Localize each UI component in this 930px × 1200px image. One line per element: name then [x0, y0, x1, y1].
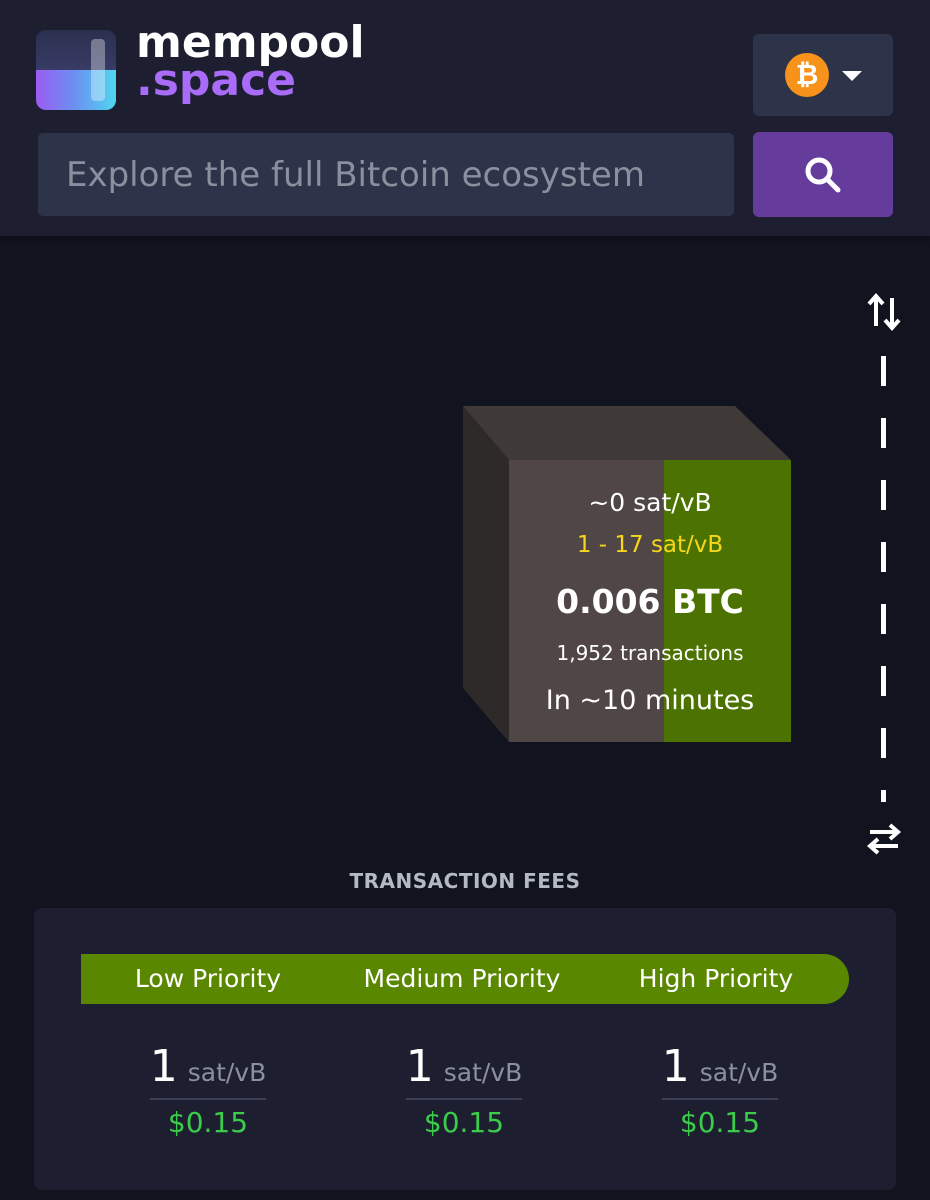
mempool-logo-icon[interactable] — [36, 30, 116, 110]
logo-wordmark[interactable]: mempool .space — [136, 21, 365, 103]
fee-rate-unit: sat/vB — [443, 1058, 523, 1087]
blockchain-divider — [881, 356, 886, 802]
transaction-fees-title: TRANSACTION FEES — [349, 869, 581, 893]
fee-usd-value: $0.15 — [679, 1106, 761, 1139]
median-fee: ~0 sat/vB — [588, 488, 712, 517]
arrows-left-right-icon[interactable] — [866, 822, 902, 856]
search-icon — [805, 157, 841, 193]
search-input[interactable] — [38, 133, 734, 216]
fee-rate-value: 1 — [149, 1041, 178, 1092]
fee-rate-value: 1 — [405, 1041, 434, 1092]
high-priority-label: High Priority — [638, 964, 794, 993]
high-priority-fee: 1 sat/vB $0.15 — [610, 1036, 830, 1139]
network-selector-button[interactable]: ₿ — [753, 34, 893, 116]
medium-priority-fee: 1 sat/vB $0.15 — [354, 1036, 574, 1139]
transaction-count: 1,952 transactions — [556, 641, 744, 665]
fee-usd-value: $0.15 — [167, 1106, 249, 1139]
fee-usd-value: $0.15 — [423, 1106, 505, 1139]
priority-bar: Low Priority Medium Priority High Priori… — [81, 954, 849, 1004]
block-eta: In ~10 minutes — [545, 685, 755, 716]
fee-rate-unit: sat/vB — [699, 1058, 779, 1087]
mempool-block-info[interactable]: ~0 sat/vB 1 - 17 sat/vB 0.006 BTC 1,952 … — [509, 460, 791, 742]
low-priority-label: Low Priority — [134, 964, 282, 993]
fee-divider — [662, 1098, 778, 1100]
fee-rate-value: 1 — [661, 1041, 690, 1092]
fee-range: 1 - 17 sat/vB — [576, 532, 724, 558]
fee-divider — [406, 1098, 522, 1100]
fee-divider — [150, 1098, 266, 1100]
low-priority-fee: 1 sat/vB $0.15 — [98, 1036, 318, 1139]
block-total: 0.006 BTC — [556, 582, 744, 621]
arrows-up-down-icon[interactable] — [866, 292, 902, 332]
search-button[interactable] — [753, 132, 893, 217]
medium-priority-label: Medium Priority — [363, 964, 561, 993]
chevron-down-icon — [842, 71, 862, 81]
fee-rate-unit: sat/vB — [187, 1058, 267, 1087]
transaction-fees-card: Low Priority Medium Priority High Priori… — [34, 908, 896, 1190]
bitcoin-icon: ₿ — [785, 53, 829, 97]
top-navbar: mempool .space ₿ — [0, 0, 930, 236]
